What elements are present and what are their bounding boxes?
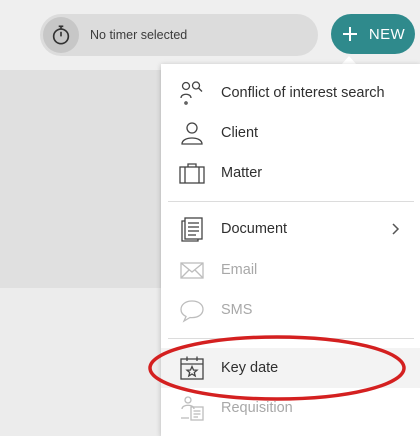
menu-item-label: Email [221, 262, 258, 278]
new-button[interactable]: NEW [331, 14, 415, 54]
menu-item-conflict-search[interactable]: Conflict of interest search [161, 73, 420, 113]
person-icon [181, 122, 203, 145]
new-button-label: NEW [368, 25, 406, 43]
menu-item-label: SMS [221, 302, 253, 318]
menu-item-matter[interactable]: Matter [161, 153, 420, 193]
menu-divider [168, 201, 414, 202]
conflict-search-icon [180, 81, 203, 105]
menu-item-document[interactable]: Document [161, 209, 420, 249]
menu-divider [168, 338, 414, 339]
chat-bubble-icon [180, 300, 204, 323]
menu-item-label: Client [221, 125, 259, 141]
timer-status-text: No timer selected [90, 28, 188, 42]
menu-item-client[interactable]: Client [161, 113, 420, 153]
menu-item-sms: SMS [161, 290, 420, 330]
menu-item-requisition: Requisition [161, 388, 420, 428]
new-item-menu: Conflict of interest search Client Matte… [161, 64, 420, 436]
calendar-star-icon [180, 356, 204, 380]
timer-selector[interactable]: No timer selected [40, 14, 318, 56]
menu-item-label: Conflict of interest search [221, 85, 385, 101]
stopwatch-icon [43, 17, 79, 53]
requisition-icon [181, 396, 204, 421]
briefcase-icon [179, 163, 205, 184]
chevron-right-icon [392, 223, 400, 235]
plus-icon [342, 27, 357, 41]
document-icon [181, 217, 203, 242]
menu-item-label: Requisition [221, 400, 293, 416]
menu-item-label: Document [221, 221, 288, 237]
menu-item-label: Key date [221, 360, 279, 376]
menu-item-email: Email [161, 250, 420, 290]
envelope-icon [180, 262, 204, 279]
menu-item-key-date[interactable]: Key date [161, 348, 420, 388]
menu-item-label: Matter [221, 165, 263, 181]
